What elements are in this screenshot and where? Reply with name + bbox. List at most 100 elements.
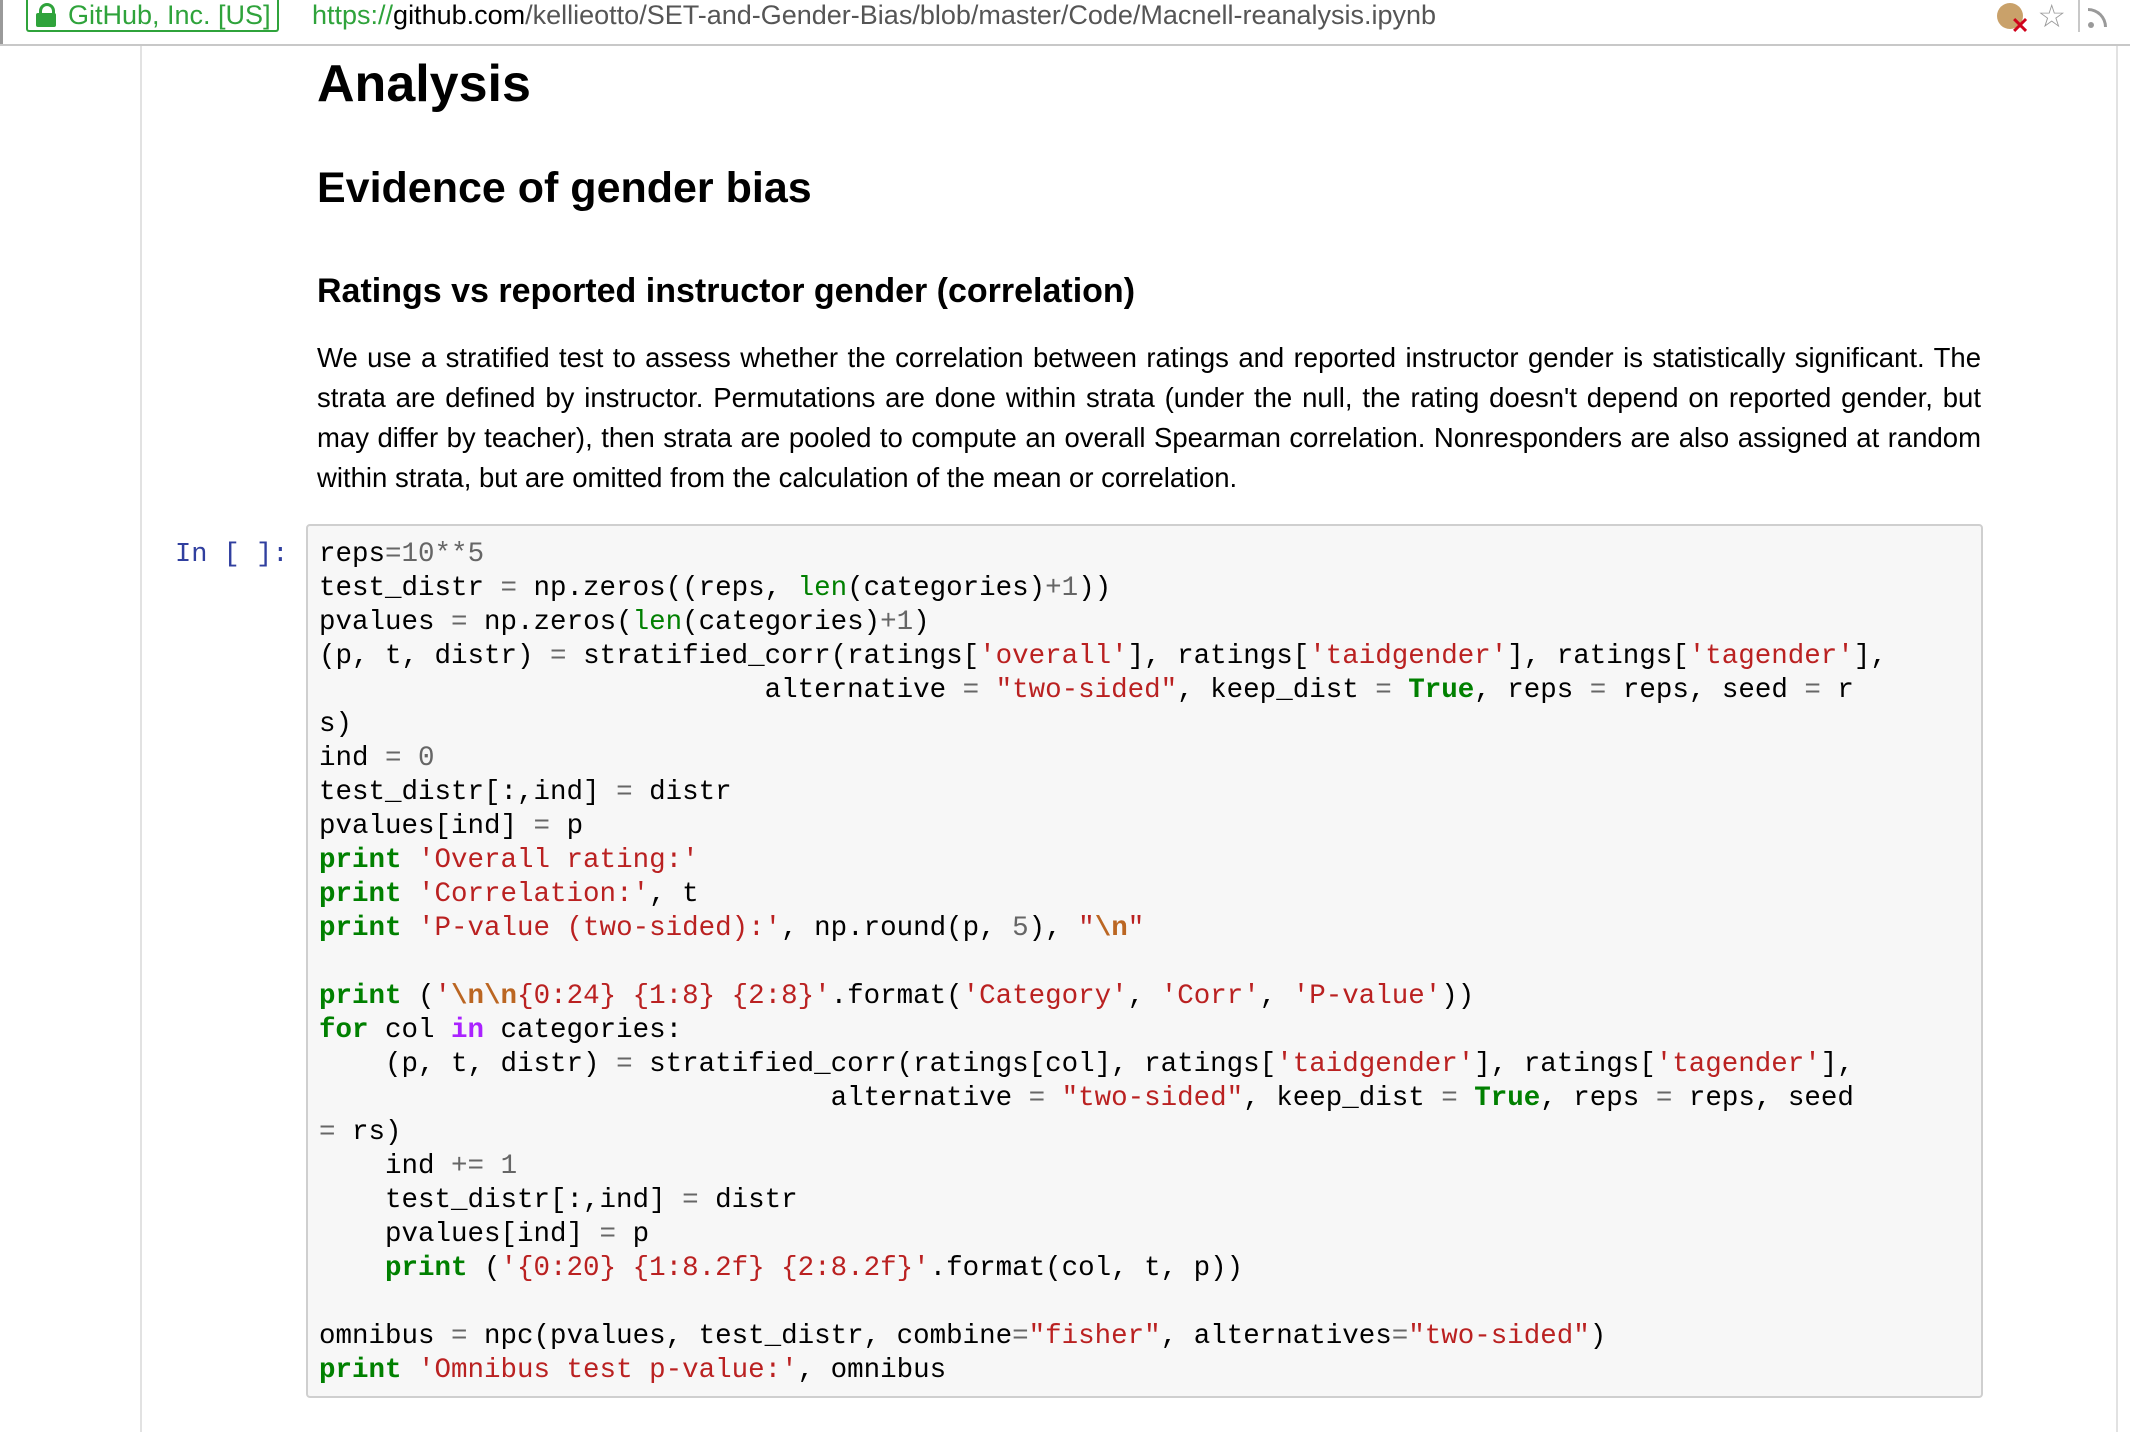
code-token: distr bbox=[698, 1185, 798, 1216]
address-text[interactable]: https://github.com/kellieotto/SET-and-Ge… bbox=[312, 0, 1436, 32]
code-token: (categories) bbox=[847, 573, 1046, 604]
code-token: = bbox=[1441, 1083, 1458, 1114]
code-token: ], ratings[ bbox=[1127, 641, 1310, 672]
code-token: ind bbox=[319, 743, 386, 774]
code-token: 1 bbox=[1061, 573, 1079, 604]
code-line: alternative = "two-sided", keep_dist = T… bbox=[319, 674, 1981, 708]
code-token: = bbox=[1391, 1321, 1409, 1352]
code-token: for bbox=[319, 1015, 369, 1046]
code-token: + bbox=[1045, 573, 1062, 604]
code-token: = bbox=[1028, 1083, 1046, 1114]
code-token: len bbox=[797, 573, 848, 604]
code-token: "two-sided" bbox=[995, 675, 1178, 706]
code-token: = bbox=[385, 539, 402, 570]
code-token: 'taidgender' bbox=[1309, 641, 1508, 672]
code-token: print bbox=[319, 1355, 402, 1386]
code-token: "fisher" bbox=[1028, 1321, 1161, 1352]
code-token: \n bbox=[1094, 913, 1128, 944]
bookmark-star-icon[interactable]: ☆ bbox=[2037, 0, 2066, 32]
code-token: = bbox=[962, 675, 980, 706]
code-token: " bbox=[1078, 913, 1095, 944]
code-line: print 'P-value (two-sided):', np.round(p… bbox=[319, 912, 1981, 946]
code-token: = bbox=[1804, 675, 1821, 706]
code-token: )) bbox=[1078, 573, 1112, 604]
code-token: pvalues[ind] bbox=[319, 1219, 600, 1250]
code-token: p bbox=[550, 811, 584, 842]
code-token: 'Omnibus test p-value:' bbox=[418, 1355, 798, 1386]
code-token: distr bbox=[632, 777, 732, 808]
code-token: 'Corr' bbox=[1160, 981, 1260, 1012]
site-identity-label: GitHub, Inc. [US] bbox=[68, 0, 271, 30]
code-token: = bbox=[1375, 675, 1392, 706]
code-token: 1 bbox=[896, 607, 914, 638]
code-token: 'overall' bbox=[979, 641, 1128, 672]
code-token: , t bbox=[649, 879, 699, 910]
code-line: alternative = "two-sided", keep_dist = T… bbox=[319, 1082, 1981, 1116]
code-token: = bbox=[533, 811, 551, 842]
code-token: print bbox=[319, 981, 402, 1012]
code-token: (categories) bbox=[682, 607, 881, 638]
code-token: , reps bbox=[1540, 1083, 1656, 1114]
code-token: 'Overall rating:' bbox=[418, 845, 699, 876]
code-token: = bbox=[1589, 675, 1607, 706]
code-token: r bbox=[1820, 675, 1854, 706]
code-line: (p, t, distr) = stratified_corr(ratings[… bbox=[319, 1048, 1981, 1082]
code-token: alternative bbox=[319, 1083, 1029, 1114]
code-cell-editor[interactable]: reps=10**5 test_distr = np.zeros((reps, l… bbox=[306, 524, 1983, 1398]
heading-evidence: Evidence of gender bias bbox=[317, 164, 812, 212]
code-token: reps bbox=[319, 539, 386, 570]
code-token: , keep_dist bbox=[1243, 1083, 1442, 1114]
code-token: += bbox=[451, 1151, 485, 1182]
code-line: for col in categories: bbox=[319, 1014, 1981, 1048]
code-token: 'Correlation:' bbox=[418, 879, 650, 910]
code-token: ) bbox=[913, 607, 930, 638]
code-token: col bbox=[368, 1015, 452, 1046]
browser-url-bar[interactable]: GitHub, Inc. [US] https://github.com/kel… bbox=[0, 0, 2130, 46]
code-token: = bbox=[616, 1049, 633, 1080]
code-token: ], bbox=[1853, 641, 1887, 672]
code-line: ind += 1 bbox=[319, 1150, 1981, 1184]
code-token: ( bbox=[401, 981, 435, 1012]
notebook-right-border bbox=[2116, 46, 2118, 1432]
code-token: = bbox=[385, 743, 402, 774]
code-token: , reps bbox=[1474, 675, 1590, 706]
code-token: 10 bbox=[401, 539, 435, 570]
code-token: , keep_dist bbox=[1177, 675, 1376, 706]
code-token: reps, seed bbox=[1606, 675, 1805, 706]
code-token: ind bbox=[319, 1151, 452, 1182]
code-token: , alternatives bbox=[1160, 1321, 1392, 1352]
rss-button[interactable] bbox=[2078, 0, 2120, 32]
code-token: = bbox=[319, 1117, 336, 1148]
code-line: reps=10**5 bbox=[319, 538, 1981, 572]
code-token: ], ratings[ bbox=[1474, 1049, 1656, 1080]
code-token: stratified_corr(ratings[col], ratings[ bbox=[632, 1049, 1277, 1080]
code-line: pvalues = np.zeros(len(categories)+1) bbox=[319, 606, 1981, 640]
code-token: 'P-value' bbox=[1292, 981, 1442, 1012]
code-line: pvalues[ind] = p bbox=[319, 1218, 1981, 1252]
code-token: 'P-value (two-sided):' bbox=[418, 913, 782, 944]
notebook-left-border bbox=[140, 46, 142, 1432]
code-token: \n\n bbox=[451, 981, 518, 1012]
code-token: ], bbox=[1820, 1049, 1854, 1080]
code-token: , np.round(p, bbox=[781, 913, 1013, 944]
site-identity-badge[interactable]: GitHub, Inc. [US] bbox=[26, 0, 279, 32]
code-token: .format( bbox=[830, 981, 963, 1012]
code-token: '{0:20} {1:8.2f} {2:8.2f}' bbox=[500, 1253, 930, 1284]
code-token: np.zeros( bbox=[467, 607, 633, 638]
code-token: test_distr[:,ind] bbox=[319, 1185, 683, 1216]
blocked-cookie-icon[interactable]: ✕ bbox=[1995, 1, 2029, 37]
code-token: test_distr[:,ind] bbox=[319, 777, 617, 808]
code-token: = bbox=[451, 1321, 468, 1352]
code-line: s) bbox=[319, 708, 1981, 742]
code-line: print 'Overall rating:' bbox=[319, 844, 1981, 878]
code-token: np.zeros((reps, bbox=[517, 573, 798, 604]
code-token: print bbox=[319, 845, 402, 876]
cell-input-prompt: In [ ]: bbox=[175, 540, 289, 570]
code-token: ) bbox=[1589, 1321, 1607, 1352]
urlbar-icons: ✕ ☆ bbox=[1995, 0, 2130, 37]
code-token: (p, t, distr) bbox=[319, 1049, 617, 1080]
